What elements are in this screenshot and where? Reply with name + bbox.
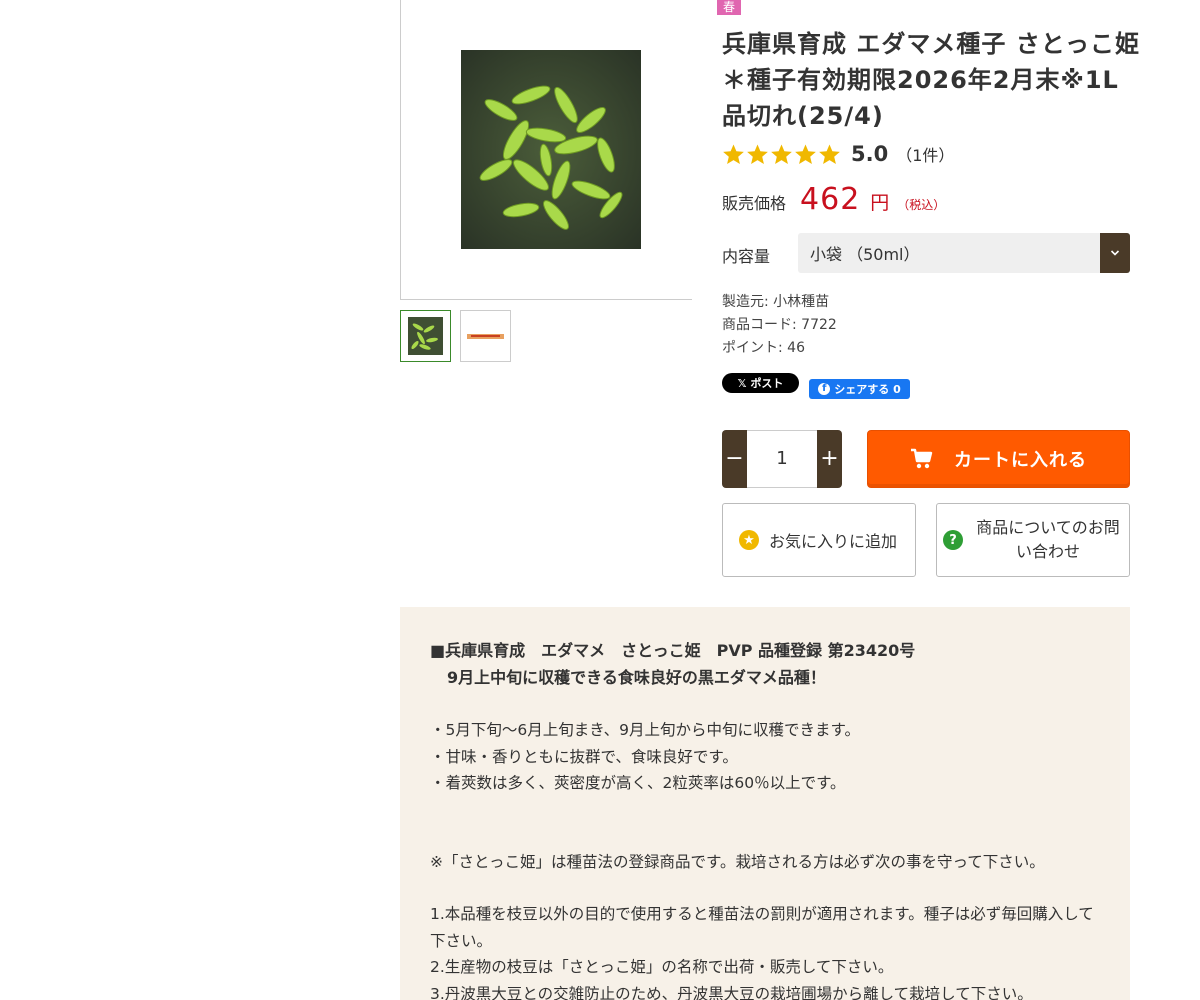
volume-selected-value: 小袋 （50ml） (810, 245, 920, 264)
star-icon (771, 143, 792, 164)
description-rules: 1.本品種を枝豆以外の目的で使用すると種苗法の罰則が適用されます。種子は必ず毎回… (430, 901, 1100, 1000)
rating-stars (722, 143, 841, 166)
cart-icon (911, 448, 933, 469)
price-unit: 円 (870, 192, 890, 214)
description-heading-line-1: ■兵庫県育成 エダマメ さとっこ姫 PVP 品種登録 第23420号 (430, 641, 916, 660)
inquiry-label: 商品についてのお問い合わせ (976, 518, 1120, 561)
chevron-down-icon[interactable] (1100, 233, 1130, 273)
list-item: 3.丹波黒大豆との交雑防止のため、丹波黒大豆の栽培圃場から離して栽培して下さい。 (430, 984, 1033, 1000)
product-points: ポイント: 46 (722, 340, 805, 356)
star-icon: ★ (739, 530, 759, 550)
thumbnail-1[interactable] (400, 310, 451, 362)
quantity-input[interactable]: 1 (747, 430, 817, 488)
product-code: 商品コード: 7722 (722, 317, 837, 333)
add-to-cart-label: カートに入れる (954, 450, 1087, 471)
facebook-icon: f (818, 383, 831, 395)
edamame-thumbnail (401, 311, 450, 361)
season-badge: 春 (717, 0, 741, 15)
quantity-increase-button[interactable]: + (817, 430, 842, 488)
volume-select[interactable]: 小袋 （50ml） (798, 233, 1130, 273)
edamame-photo (461, 50, 641, 249)
description-heading: ■兵庫県育成 エダマメ さとっこ姫 PVP 品種登録 第23420号 9月上中旬… (430, 637, 1100, 691)
star-icon (723, 143, 744, 164)
price-row: 販売価格 462 円 （税込） (722, 182, 945, 217)
favorites-label: お気に入りに追加 (769, 532, 898, 551)
list-item: ・着莢数は多く、莢密度が高く、2粒莢率は60％以上です。 (430, 774, 846, 792)
product-description: ■兵庫県育成 エダマメ さとっこ姫 PVP 品種登録 第23420号 9月上中旬… (400, 607, 1130, 1000)
description-heading-line-2: 9月上中旬に収穫できる食味良好の黒エダマメ品種！ (447, 668, 826, 687)
add-to-favorites-button[interactable]: ★ お気に入りに追加 (722, 503, 916, 577)
facebook-share-label: シェアする 0 (834, 383, 901, 396)
thumbnail-2[interactable] (460, 310, 511, 362)
x-post-label: ポスト (750, 377, 784, 390)
volume-label: 内容量 (722, 247, 771, 266)
seed-package-thumbnail (461, 311, 510, 361)
x-logo-icon: 𝕏 (737, 376, 747, 390)
rating-count[interactable]: （1件） (896, 142, 954, 166)
question-icon: ? (943, 530, 963, 550)
list-item: 1.本品種を枝豆以外の目的で使用すると種苗法の罰則が適用されます。種子は必ず毎回… (430, 905, 1094, 950)
add-to-cart-button[interactable]: カートに入れる (867, 430, 1130, 488)
price-label: 販売価格 (722, 194, 787, 213)
description-note: ※「さとっこ姫」は種苗法の登録商品です。栽培される方は必ず次の事を守って下さい。 (430, 852, 1045, 871)
facebook-share-button[interactable]: f シェアする 0 (809, 379, 910, 399)
main-product-image (400, 0, 692, 300)
description-points: ・5月下旬～6月上旬まき、9月上旬から中旬に収穫できます。 ・甘味・香りともに抜… (430, 717, 1100, 797)
list-item: 2.生産物の枝豆は「さとっこ姫」の名称で出荷・販売して下さい。 (430, 958, 894, 976)
x-post-button[interactable]: 𝕏 ポスト (722, 373, 799, 393)
product-maker: 製造元: 小林種苗 (722, 294, 830, 310)
price-tax-note: （税込） (897, 198, 946, 212)
star-icon (747, 143, 768, 164)
product-inquiry-button[interactable]: ? 商品についてのお問い合わせ (936, 503, 1130, 577)
quantity-decrease-button[interactable]: − (722, 430, 747, 488)
price-value: 462 (800, 182, 861, 217)
star-icon (819, 143, 840, 164)
product-rating: 5.0 （1件） (722, 140, 954, 168)
rating-score: 5.0 (851, 142, 889, 166)
list-item: ・5月下旬～6月上旬まき、9月上旬から中旬に収穫できます。 (430, 721, 860, 739)
star-icon (795, 143, 816, 164)
list-item: ・甘味・香りともに抜群で、食味良好です。 (430, 747, 738, 766)
quantity-stepper: − 1 + (722, 430, 842, 488)
product-title: 兵庫県育成 エダマメ種子 さとっこ姫＊種子有効期限2026年2月末※1L品切れ(… (722, 30, 1140, 130)
